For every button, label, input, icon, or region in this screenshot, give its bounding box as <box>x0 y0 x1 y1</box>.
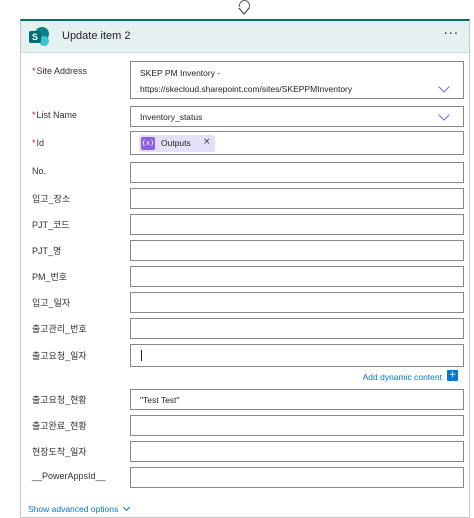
f8-value: "Test Test" <box>140 395 180 405</box>
show-advanced-options-link[interactable]: Show advanced options <box>28 503 131 514</box>
f4-input[interactable] <box>130 266 464 287</box>
f11-label: __PowerAppsId__ <box>32 471 106 481</box>
id-label: *Id <box>32 138 45 148</box>
f2-label: PJT_코드 <box>32 220 70 230</box>
f8-input[interactable]: "Test Test" <box>130 389 464 410</box>
card-title: Update item 2 <box>62 30 131 42</box>
add-dynamic-content-icon[interactable]: + <box>447 370 458 381</box>
f7-input[interactable] <box>130 344 464 367</box>
f3-input[interactable] <box>130 240 464 261</box>
f10-label: 현장도착_일자 <box>32 447 87 457</box>
f1-input[interactable] <box>130 188 464 209</box>
f11-input[interactable] <box>130 467 464 488</box>
f3-label: PJT_명 <box>32 246 62 256</box>
f7-label: 출고요청_일자 <box>32 351 87 361</box>
expression-icon: {x} <box>141 137 155 150</box>
f5-input[interactable] <box>130 292 464 313</box>
site-address-label: *Site Address <box>32 66 88 76</box>
f9-label: 출고완료_현황 <box>32 421 87 431</box>
f6-input[interactable] <box>130 318 464 339</box>
f10-input[interactable] <box>130 441 464 462</box>
id-input[interactable]: {x} Outputs × <box>130 131 464 155</box>
list-name-dropdown[interactable]: Inventory_status <box>130 106 464 127</box>
text-caret <box>141 350 142 361</box>
add-dynamic-content-link[interactable]: Add dynamic content <box>363 372 442 382</box>
no-input[interactable] <box>130 162 464 183</box>
sharepoint-logo-icon: S <box>29 27 49 47</box>
outputs-token[interactable]: {x} Outputs × <box>139 135 215 152</box>
card-header[interactable]: S Update item 2 ··· <box>21 21 469 53</box>
f4-label: PM_번호 <box>32 272 68 282</box>
site-address-dropdown[interactable]: SKEP PM Inventory - https://skecloud.sha… <box>130 61 464 99</box>
site-address-line2: https://skecloud.sharepoint.com/sites/SK… <box>140 84 353 94</box>
flow-connector <box>236 0 254 19</box>
token-label: Outputs <box>161 138 191 148</box>
chevron-down-icon <box>123 503 131 512</box>
more-options-icon[interactable]: ··· <box>444 28 459 41</box>
site-address-line1: SKEP PM Inventory - <box>140 68 221 78</box>
f1-label: 입고_장소 <box>32 194 71 204</box>
no-label: No. <box>32 166 47 176</box>
list-name-label: *List Name <box>32 110 78 120</box>
remove-token-icon[interactable]: × <box>203 137 211 147</box>
f2-input[interactable] <box>130 214 464 235</box>
chevron-down-icon[interactable] <box>438 81 450 93</box>
update-item-card: S Update item 2 ··· *Site Address SKEP P… <box>20 19 470 518</box>
f6-label: 출고관리_번호 <box>32 324 87 334</box>
chevron-down-icon[interactable] <box>438 109 450 121</box>
list-name-value: Inventory_status <box>140 112 203 122</box>
f5-label: 입고_일자 <box>32 298 71 308</box>
f9-input[interactable] <box>130 415 464 436</box>
connector-arrow-icon <box>238 7 250 15</box>
f8-label: 출고요청_현황 <box>32 395 87 405</box>
